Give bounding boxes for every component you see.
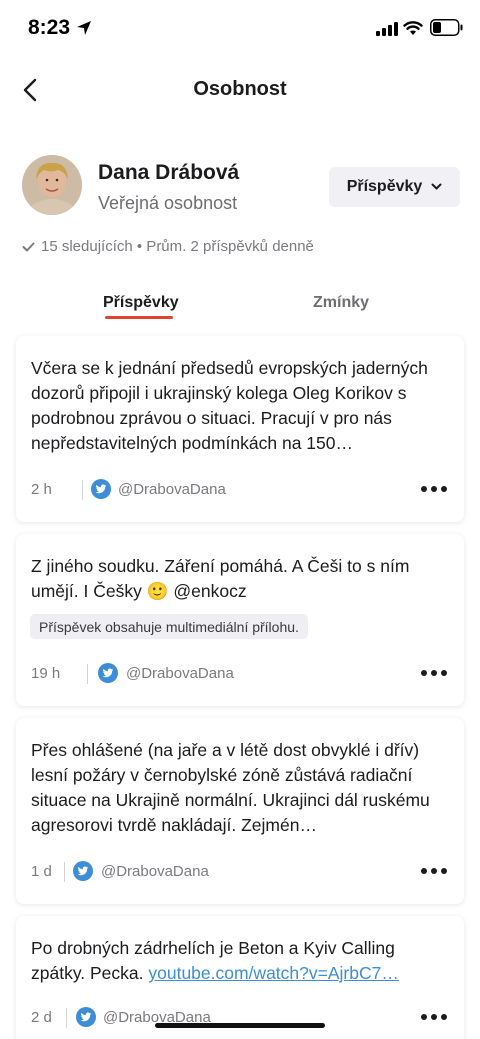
post-footer: 2 h @DrabovaDana: [31, 478, 449, 504]
post-footer: 1 d @DrabovaDana: [31, 860, 449, 886]
profile-role: Veřejná osobnost: [98, 193, 238, 213]
divider: [82, 480, 83, 500]
post-handle: @DrabovaDana: [126, 665, 234, 682]
post-card[interactable]: Včera se k jednání předsedů evropských j…: [16, 336, 464, 522]
status-time: 8:23: [28, 16, 71, 39]
home-indicator[interactable]: [155, 1023, 325, 1028]
chevron-down-icon: [431, 183, 442, 190]
tab-bar: Příspěvky Zmínky: [0, 290, 480, 324]
divider: [66, 1008, 67, 1028]
profile-header: Dana Drábová Veřejná osobnost Příspěvky: [22, 155, 462, 219]
post-card[interactable]: Po drobných zádrhelích je Beton a Kyiv C…: [16, 916, 464, 1039]
divider: [87, 664, 88, 684]
more-icon[interactable]: [419, 478, 449, 500]
filter-label: Příspěvky: [346, 178, 423, 195]
post-handle: @DrabovaDana: [101, 863, 209, 880]
profile-name: Dana Drábová: [98, 161, 240, 184]
post-card[interactable]: Přes ohlášené (na jaře a v létě dost obv…: [16, 718, 464, 904]
post-text: Přes ohlášené (na jaře a v létě dost obv…: [31, 740, 430, 835]
more-icon[interactable]: [419, 1006, 449, 1028]
post-handle: @DrabovaDana: [118, 481, 226, 498]
post-footer: 2 d @DrabovaDana: [31, 1006, 449, 1032]
post-time: 2 d: [31, 1009, 52, 1026]
wifi-icon: [403, 21, 423, 35]
more-icon[interactable]: [419, 860, 449, 882]
post-time: 19 h: [31, 665, 61, 682]
twitter-icon: [98, 663, 118, 683]
twitter-icon: [73, 861, 93, 881]
twitter-icon: [76, 1007, 96, 1027]
battery-icon: [430, 19, 463, 36]
post-link[interactable]: youtube.com/watch?v=AjrbC7…: [148, 963, 398, 983]
profile-stats: 15 sledujících • Prům. 2 příspěvků denně: [22, 238, 314, 255]
more-icon[interactable]: [419, 662, 449, 684]
check-icon: [22, 242, 35, 251]
stats-text: 15 sledujících • Prům. 2 příspěvků denně: [41, 238, 314, 255]
tab-posts[interactable]: Příspěvky: [103, 294, 179, 312]
location-arrow-icon: [77, 21, 91, 35]
post-time: 1 d: [31, 863, 52, 880]
post-time: 2 h: [31, 481, 52, 498]
posts-filter-dropdown[interactable]: Příspěvky: [329, 167, 460, 207]
page-title: Osobnost: [193, 78, 287, 100]
nav-bar: Osobnost: [0, 64, 480, 116]
post-text: Z jiného soudku. Záření pomáhá. A Češi t…: [31, 556, 410, 601]
tab-mentions[interactable]: Zmínky: [313, 294, 369, 312]
twitter-icon: [91, 479, 111, 499]
post-text: Včera se k jednání předsedů evropských j…: [31, 358, 428, 453]
signal-icon: [376, 22, 398, 36]
media-attachment-badge: Příspěvek obsahuje multimediální přílohu…: [30, 614, 308, 639]
post-footer: 19 h @DrabovaDana: [31, 662, 449, 688]
divider: [64, 862, 65, 882]
post-card[interactable]: Z jiného soudku. Záření pomáhá. A Češi t…: [16, 534, 464, 706]
avatar: [22, 155, 82, 215]
active-tab-indicator: [105, 316, 173, 319]
post-text: Po drobných zádrhelích je Beton a Kyiv C…: [31, 936, 449, 986]
status-bar: 8:23: [0, 0, 480, 56]
